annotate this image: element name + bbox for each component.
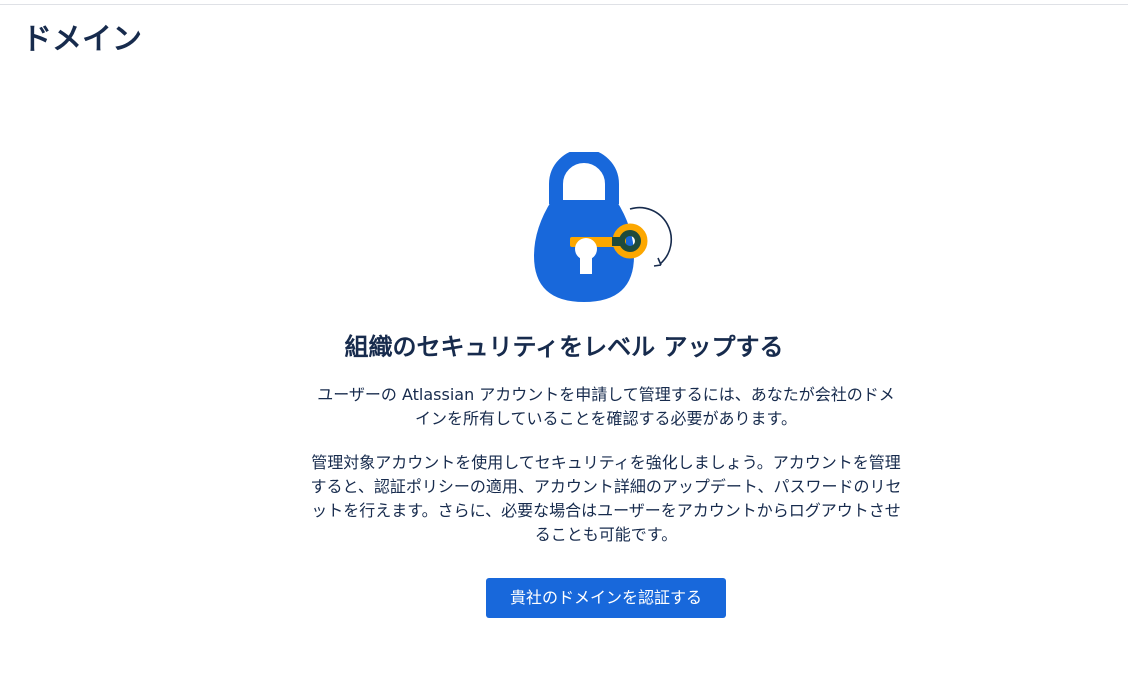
- empty-state-description-1: ユーザーの Atlassian アカウントを申請して管理するには、あなたが会社の…: [317, 385, 895, 428]
- verify-domain-button[interactable]: 貴社のドメインを認証する: [486, 578, 726, 618]
- padlock-with-key-icon: [534, 152, 673, 302]
- empty-state-description-2: 管理対象アカウントを使用してセキュリティを強化しましょう。アカウントを管理すると…: [310, 453, 902, 544]
- empty-state-heading: 組織のセキュリティをレベル アップする: [344, 333, 784, 361]
- top-border: [0, 4, 1128, 5]
- page-title: ドメイン: [22, 22, 142, 57]
